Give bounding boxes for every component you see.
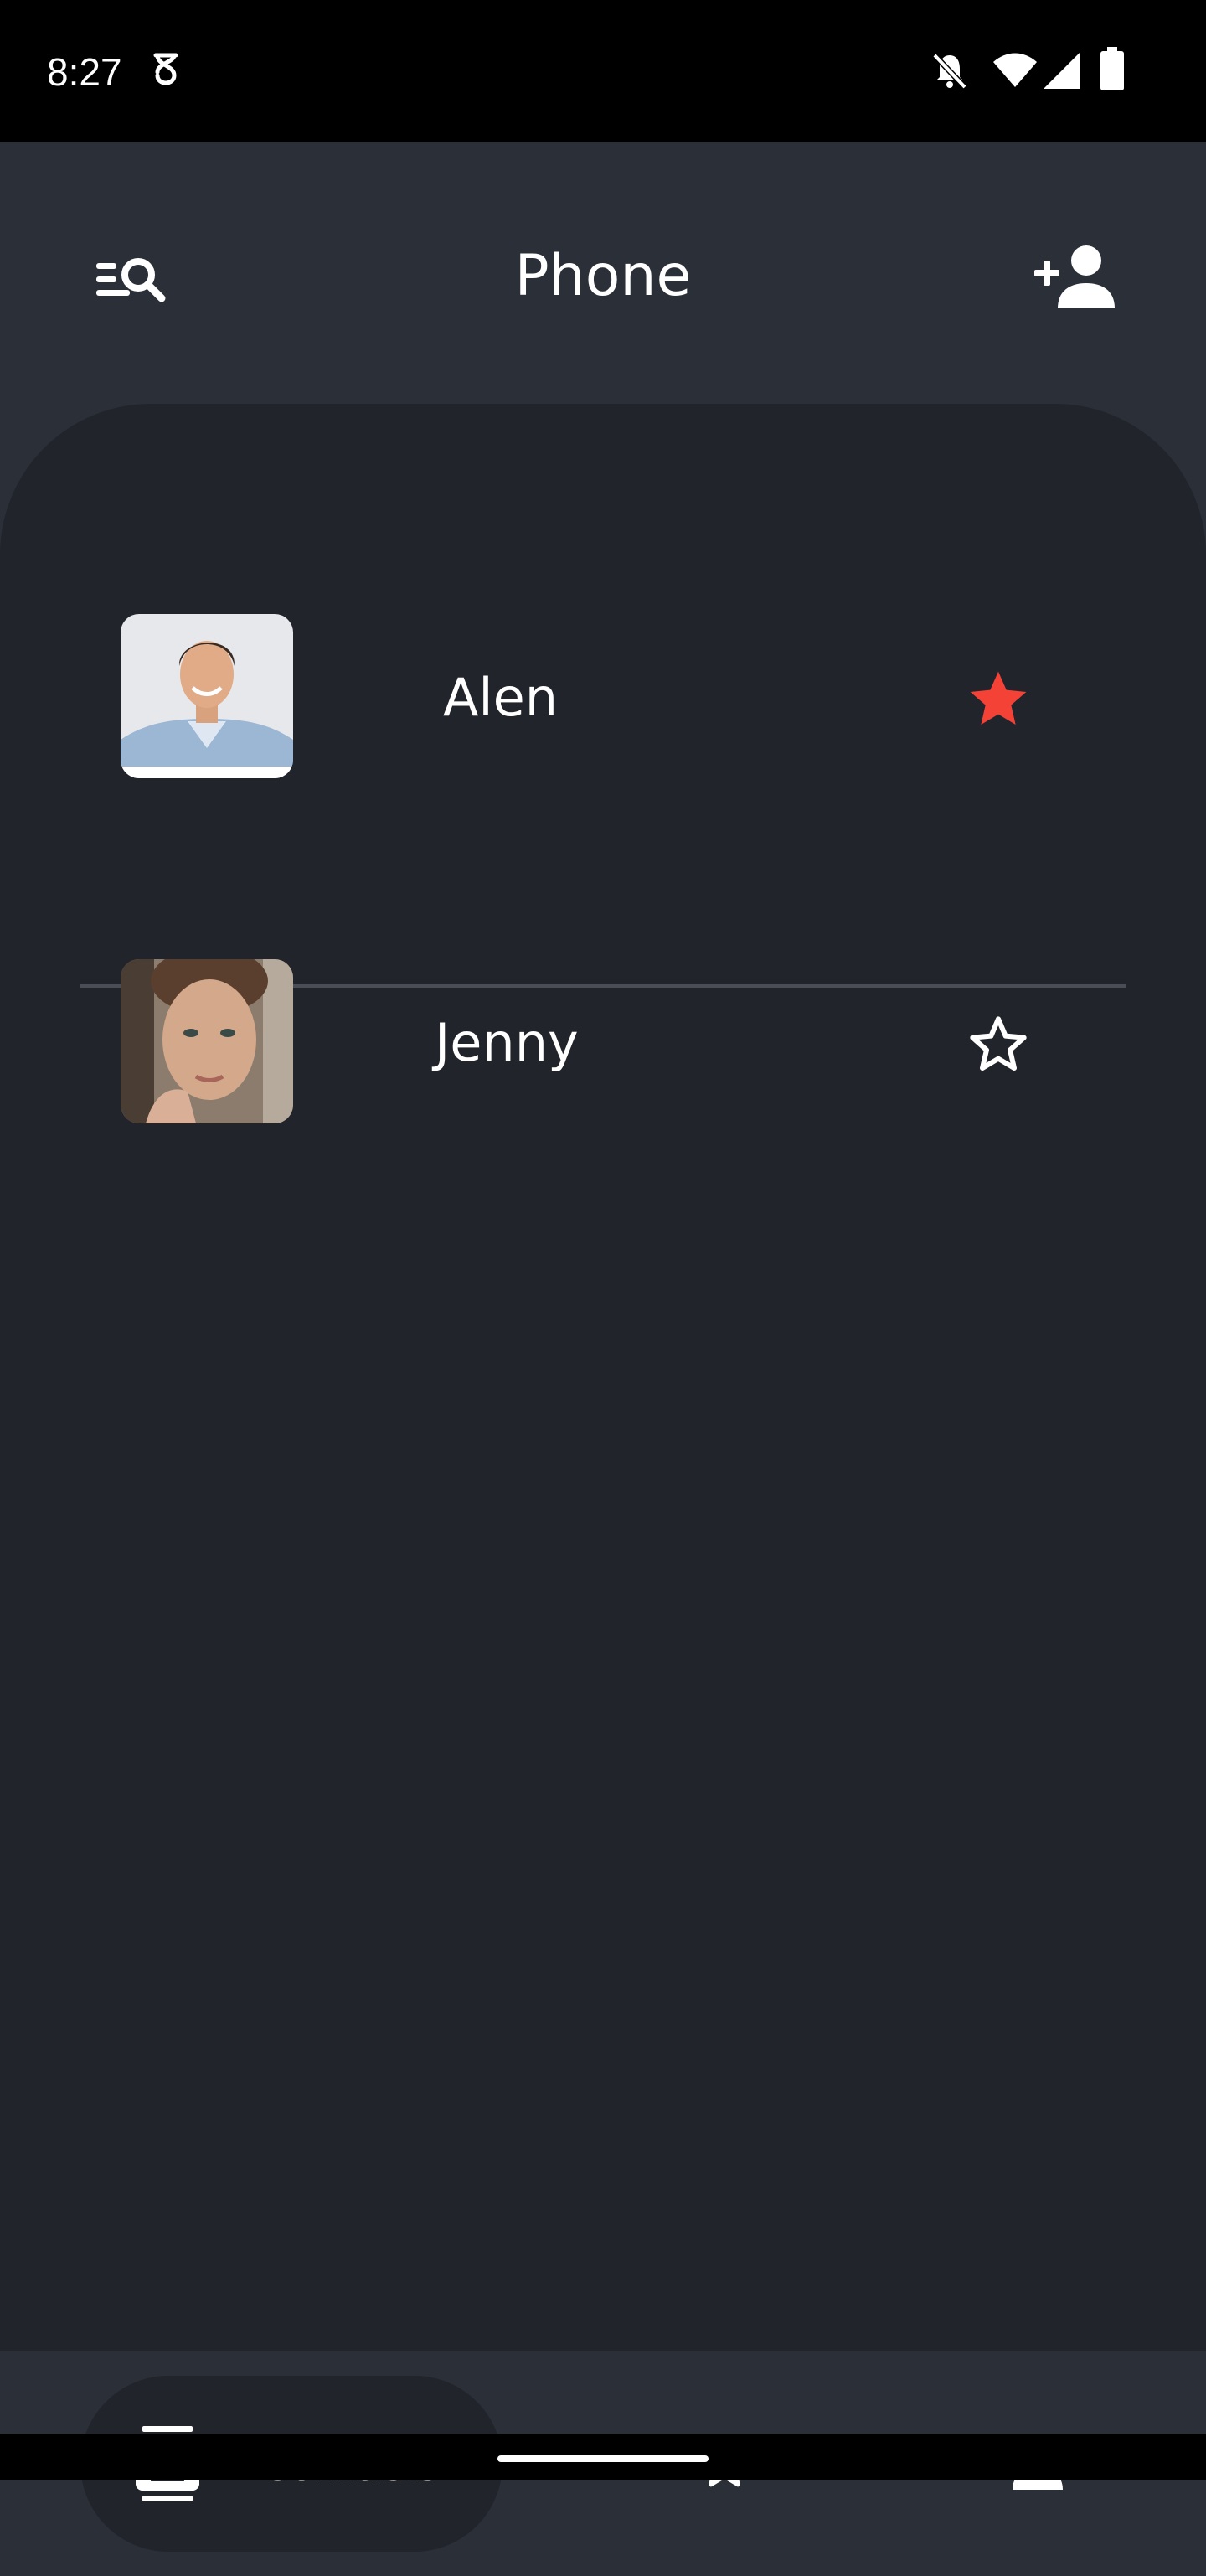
battery-icon [1100,47,1124,94]
contact-name: Jenny [435,1012,579,1073]
home-indicator[interactable] [497,2455,709,2462]
contact-name: Alen [443,667,559,728]
status-bar: 8:27 [0,0,1206,142]
cellular-icon [1044,52,1080,92]
contacts-list: Alen Jenny [0,404,1206,2351]
add-person-icon[interactable] [1028,235,1121,318]
contact-row[interactable]: Alen [0,614,1206,782]
wifi-icon [992,52,1038,92]
app-screen: Phone Alen Jenny [0,142,1206,2576]
gesture-bar-area [0,2434,1206,2480]
top-bar: Phone [0,142,1206,406]
lab-icon [149,52,183,96]
contact-photo-alen [121,614,293,778]
contact-photo-jenny [121,959,293,1123]
status-time: 8:27 [47,50,122,94]
favorite-star-filled-icon[interactable] [965,666,1032,733]
notifications-off-icon [930,50,970,94]
contact-row[interactable]: Jenny [0,959,1206,1127]
page-title: Phone [514,243,692,309]
favorite-star-outline-icon[interactable] [965,1011,1032,1078]
